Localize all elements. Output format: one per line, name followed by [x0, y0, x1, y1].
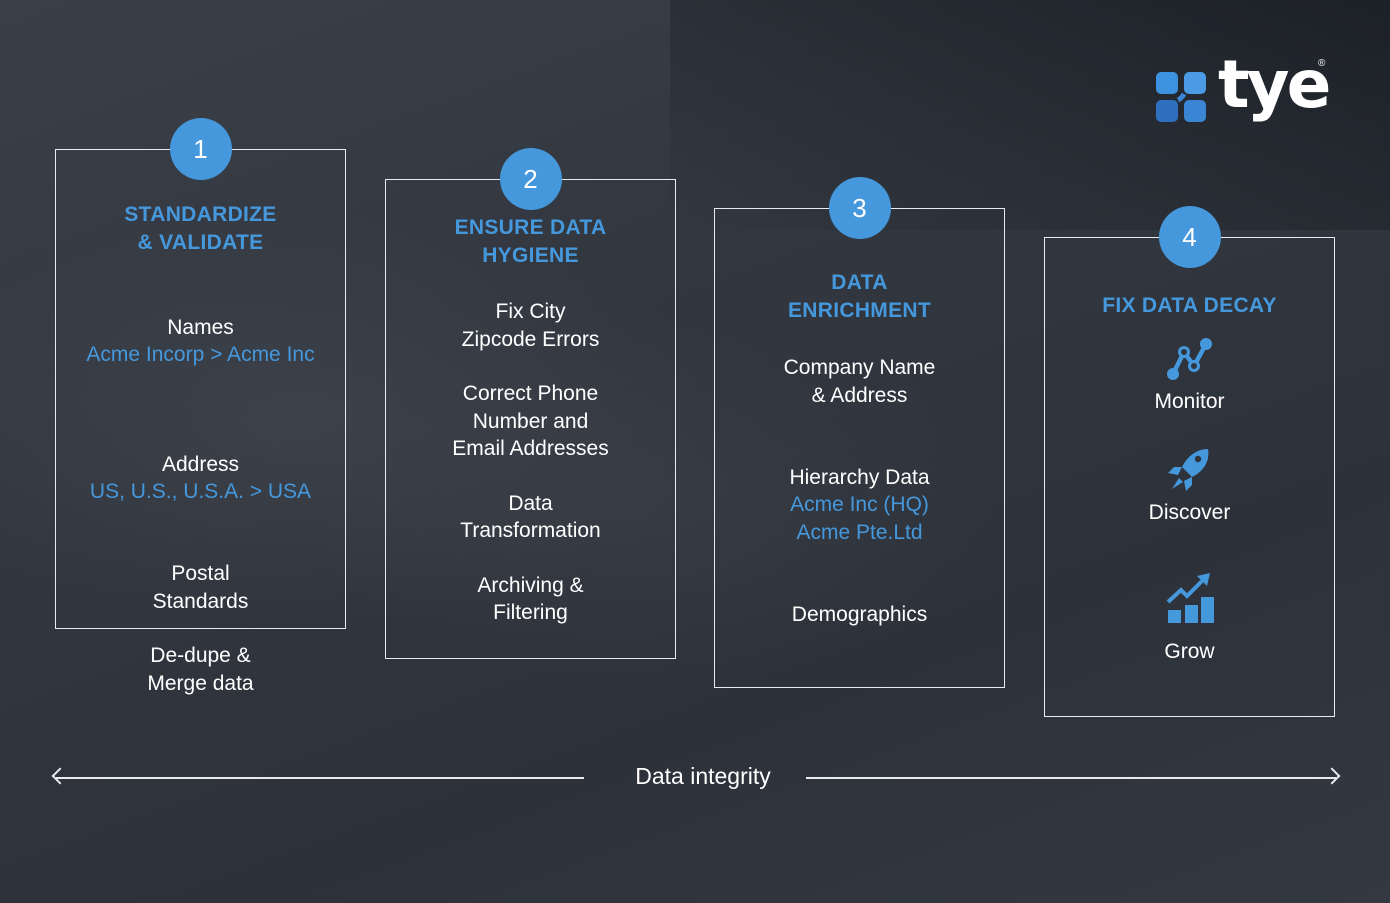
item-label: Hierarchy Data — [789, 465, 930, 489]
item-label: Names — [167, 315, 234, 339]
registered-mark: ® — [1318, 58, 1326, 69]
step-item-names: Names Acme Incorp > Acme Inc — [56, 286, 345, 396]
step-item-fix-city: Fix City Zipcode Errors — [461, 300, 600, 351]
growth-bar-chart-icon — [1166, 573, 1214, 623]
step-card-data-hygiene: 2 ENSURE DATA HYGIENE Fix City Zipcode E… — [385, 148, 676, 659]
step-item-dedupe: De-dupe & Merge data — [147, 644, 254, 695]
step-item-demographics: Demographics — [791, 602, 928, 626]
axis-line-left — [56, 777, 584, 779]
monitor-line-chart-icon — [1166, 338, 1212, 380]
axis-label: Data integrity — [635, 763, 771, 789]
step-number-badge: 2 — [499, 148, 562, 210]
step-item-grow: Grow — [1045, 570, 1334, 665]
axis-line-right — [806, 777, 1336, 779]
step-card-data-enrichment: 3 DATA ENRICHMENT Company Name & Address… — [714, 177, 1005, 688]
tye-logo-mark-icon — [1156, 58, 1208, 124]
step-item-hierarchy: Hierarchy Data Acme Inc (HQ) Acme Pte.Lt… — [715, 436, 1004, 574]
step-number-badge: 1 — [169, 118, 232, 180]
step-title: ENSURE DATA HYGIENE — [454, 216, 607, 267]
step-title: FIX DATA DECAY — [1102, 294, 1277, 317]
step-item-monitor: Monitor — [1045, 336, 1334, 415]
step-number-badge: 3 — [828, 177, 891, 239]
step-item-address: Address US, U.S., U.S.A. > USA — [56, 423, 345, 533]
step-item-company-name: Company Name & Address — [783, 356, 936, 407]
item-label: Grow — [1164, 640, 1215, 663]
step-card-standardize: 1 STANDARDIZE & VALIDATE Names Acme Inco… — [55, 118, 346, 695]
item-label: Discover — [1148, 501, 1231, 524]
tye-logo-wordmark: tye — [1218, 46, 1331, 123]
step-title: DATA ENRICHMENT — [788, 271, 931, 322]
item-example: Acme Inc (HQ) Acme Pte.Ltd — [790, 493, 929, 544]
step-number-badge: 4 — [1158, 206, 1221, 268]
step-item-archiving: Archiving & Filtering — [477, 573, 584, 625]
step-item-postal: Postal Standards — [152, 562, 249, 613]
step-card-fix-data-decay: 4 FIX DATA DECAY Monitor Discover Grow — [1044, 206, 1335, 717]
item-label: Monitor — [1154, 390, 1225, 413]
step-title: STANDARDIZE & VALIDATE — [124, 203, 277, 254]
item-example: Acme Incorp > Acme Inc — [86, 343, 315, 366]
item-label: Address — [161, 452, 240, 476]
rocket-icon — [1167, 449, 1208, 491]
item-example: US, U.S., U.S.A. > USA — [89, 480, 312, 503]
step-item-discover: Discover — [1045, 445, 1334, 526]
tye-logo: tye — [1156, 52, 1331, 124]
step-item-correct-phone: Correct Phone Number and Email Addresses — [452, 382, 609, 460]
step-item-data-transformation: Data Transformation — [460, 491, 601, 543]
